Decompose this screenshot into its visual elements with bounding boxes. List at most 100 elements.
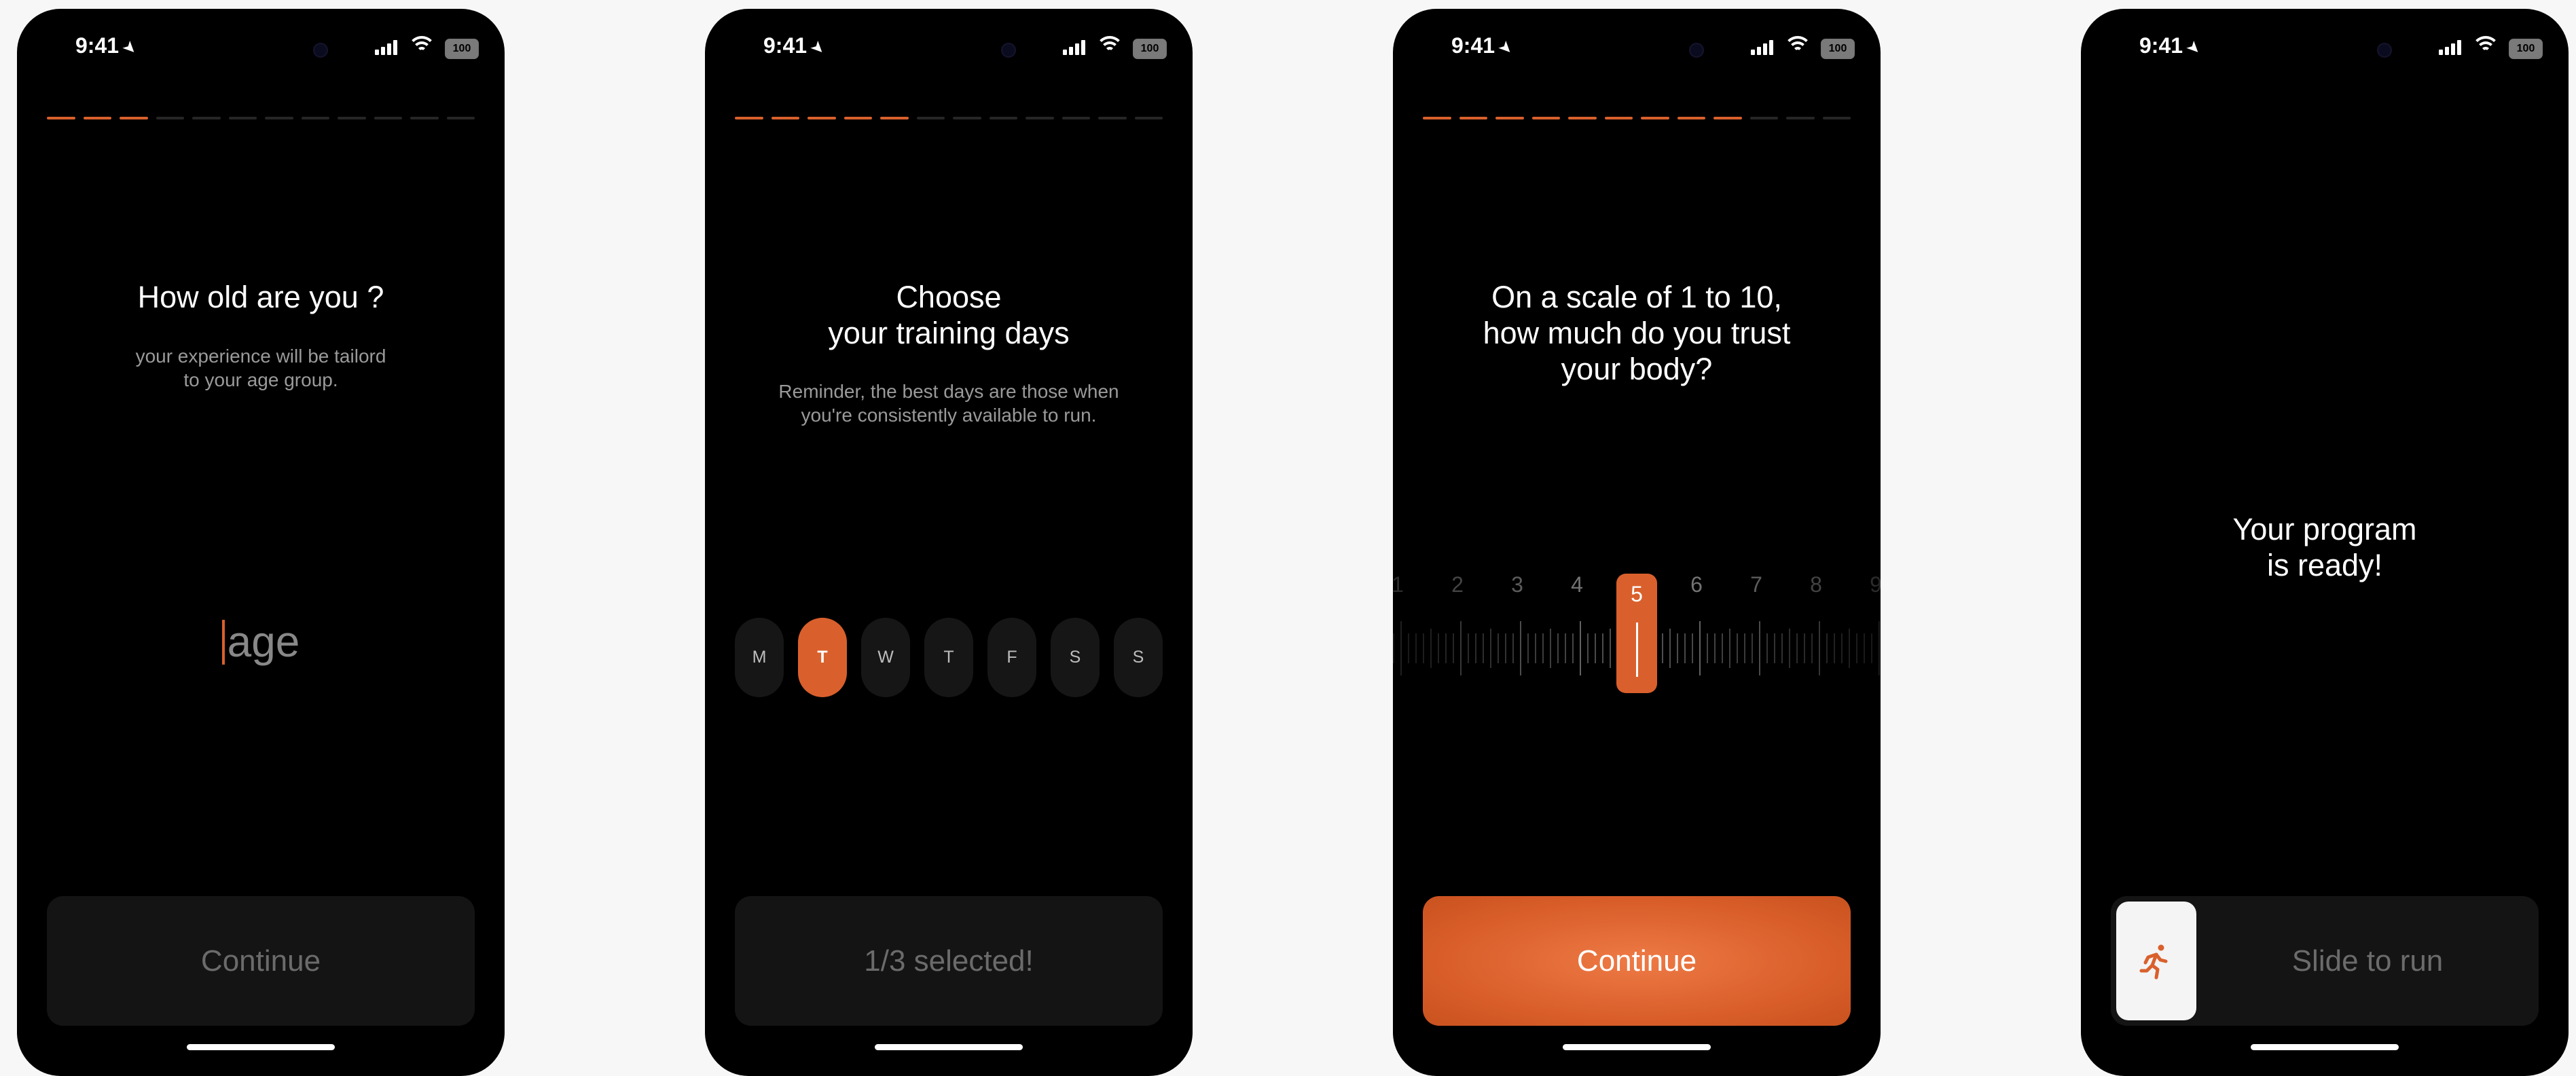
cellular-signal-icon (1063, 40, 1086, 55)
ruler-tick (1393, 633, 1394, 663)
ruler-tick (1535, 633, 1536, 663)
scale-value-3[interactable]: 3 (1497, 572, 1538, 597)
ruler-tick (1856, 633, 1857, 663)
progress-segment (1786, 117, 1815, 119)
day-toggle-sunday[interactable]: S (1114, 618, 1163, 697)
progress-segment (228, 117, 257, 119)
progress-segment (843, 117, 872, 119)
ruler-tick (1796, 633, 1798, 663)
ruler-tick (1400, 621, 1402, 675)
ruler-tick (1602, 633, 1603, 663)
ruler-tick (1707, 633, 1708, 663)
age-placeholder: age (227, 617, 300, 666)
battery-icon: 100 (445, 39, 479, 59)
wifi-icon (1097, 35, 1122, 58)
progress-segment (953, 117, 981, 119)
scale-value-9[interactable]: 9 (1855, 572, 1881, 597)
progress-segment (192, 117, 221, 119)
ruler-tick (1505, 633, 1506, 663)
page-title: How old are you ? (137, 280, 384, 314)
location-arrow-icon: ➤ (1494, 36, 1517, 60)
ruler-tick (1438, 633, 1439, 663)
slider-knob[interactable] (2116, 902, 2196, 1020)
progress-segment (880, 117, 909, 119)
scale-value-2[interactable]: 2 (1437, 572, 1478, 597)
ruler-tick (1475, 633, 1476, 663)
ruler-tick (1841, 633, 1843, 663)
location-arrow-icon: ➤ (2182, 36, 2205, 60)
home-indicator[interactable] (2251, 1044, 2399, 1050)
progress-segment (265, 117, 293, 119)
ruler-tick (1849, 629, 1850, 668)
cellular-signal-icon (375, 40, 398, 55)
onboarding-progress (47, 117, 475, 120)
ruler-tick (1580, 621, 1581, 675)
scale-value-6[interactable]: 6 (1676, 572, 1717, 597)
progress-segment (1134, 117, 1163, 119)
ruler-tick (1662, 633, 1663, 663)
ruler-tick (1781, 633, 1783, 663)
battery-icon: 100 (2509, 39, 2543, 59)
wifi-icon (410, 35, 434, 58)
day-toggle-tuesday[interactable]: T (798, 618, 847, 697)
ruler-tick (1789, 629, 1790, 668)
progress-segment (1604, 117, 1633, 119)
progress-segment (1026, 117, 1054, 119)
scale-value-1[interactable]: 1 (1393, 572, 1418, 597)
ruler-tick (1699, 621, 1701, 675)
progress-segment (1098, 117, 1127, 119)
ruler-tick (1468, 633, 1469, 663)
slide-to-run-slider[interactable]: Slide to run (2111, 896, 2539, 1026)
progress-segment (446, 117, 475, 119)
ruler-tick (1714, 633, 1716, 663)
ruler-tick (1871, 633, 1872, 663)
ruler-tick (1587, 633, 1589, 663)
scale-value-5[interactable]: 5 (1616, 582, 1657, 607)
ruler-tick (1527, 633, 1529, 663)
home-indicator[interactable] (187, 1044, 335, 1050)
progress-segment (410, 117, 439, 119)
ruler-tick (1737, 633, 1738, 663)
ruler-tick (1879, 621, 1880, 675)
day-toggle-thursday[interactable]: T (924, 618, 973, 697)
day-toggle-monday[interactable]: M (735, 618, 784, 697)
ruler-tick (1557, 633, 1559, 663)
scale-value-8[interactable]: 8 (1796, 572, 1836, 597)
day-toggle-saturday[interactable]: S (1051, 618, 1100, 697)
ruler-tick (1729, 629, 1730, 668)
progress-segment (1677, 117, 1705, 119)
ruler-tick (1669, 629, 1671, 668)
progress-segment (1641, 117, 1669, 119)
selection-status-button[interactable]: 1/3 selected! (735, 896, 1163, 1026)
continue-button[interactable]: Continue (47, 896, 475, 1026)
status-time: 9:41➤ (75, 33, 141, 60)
continue-button[interactable]: Continue (1423, 896, 1851, 1026)
age-input[interactable]: age (17, 616, 505, 667)
page-title: Choose your training days (828, 280, 1070, 350)
ruler-tick (1744, 633, 1745, 663)
wifi-icon (1785, 35, 1810, 58)
progress-segment (338, 117, 366, 119)
progress-segment (1749, 117, 1778, 119)
ruler-tick (1460, 621, 1462, 675)
home-indicator[interactable] (875, 1044, 1023, 1050)
scale-value-7[interactable]: 7 (1736, 572, 1777, 597)
day-toggle-wednesday[interactable]: W (861, 618, 910, 697)
ruler-tick (1408, 633, 1409, 663)
scale-ruler-slider[interactable]: 123456789 (1393, 572, 1881, 694)
ruler-tick (1834, 633, 1835, 663)
ruler-tick (1684, 633, 1686, 663)
progress-segment (1062, 117, 1090, 119)
slide-to-run-label: Slide to run (2291, 944, 2444, 978)
page-title: On a scale of 1 to 10, how much do you t… (1483, 280, 1791, 386)
scale-value-4[interactable]: 4 (1557, 572, 1597, 597)
progress-segment (120, 117, 148, 119)
camera-dot-icon (1689, 43, 1704, 58)
home-indicator[interactable] (1563, 1044, 1711, 1050)
ruler-tick (1692, 633, 1693, 663)
page-subtitle: your experience will be tailord to your … (135, 346, 386, 390)
day-toggle-friday[interactable]: F (987, 618, 1036, 697)
location-arrow-icon: ➤ (118, 36, 141, 60)
progress-segment (916, 117, 945, 119)
ruler-tick (1766, 633, 1768, 663)
